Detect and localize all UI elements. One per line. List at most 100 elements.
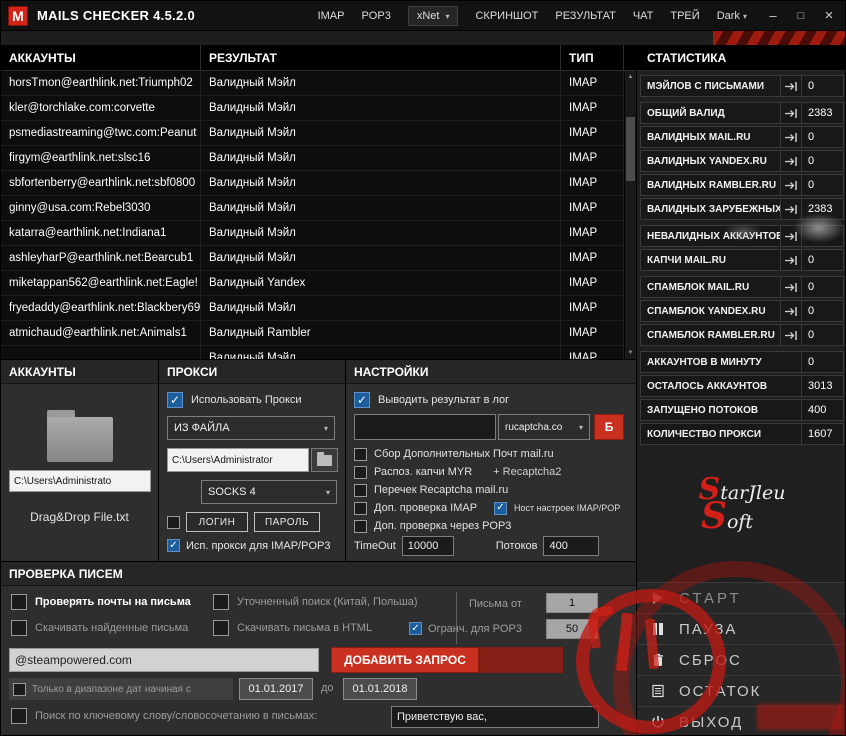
export-icon[interactable]	[780, 277, 801, 297]
statistics-header: СТАТИСТИКА	[637, 45, 845, 71]
pause-button[interactable]: ПАУЗА	[637, 613, 845, 644]
checkbox[interactable]	[354, 447, 367, 461]
check-mail-label: Проверять почты на письма	[35, 596, 191, 608]
exit-button[interactable]: ВЫХОД	[637, 706, 845, 735]
export-icon[interactable]	[780, 175, 801, 195]
scroll-up-icon[interactable]	[625, 71, 636, 83]
accounts-panel-header: АККАУНТЫ	[1, 360, 158, 384]
stat-group: МЭЙЛОВ С ПИСЬМАМИ 0	[640, 75, 844, 97]
refined-search-checkbox[interactable]	[213, 594, 229, 610]
pop3-limit-checkbox[interactable]	[409, 622, 422, 635]
stat-label: ВАЛИДНЫХ ЗАРУБЕЖНЫХ	[647, 203, 780, 215]
result-cell: Валидный Мэйл	[201, 246, 561, 270]
account-cell: fryedaddy@earthlink.net:Blackbery69	[1, 296, 201, 320]
checkbox[interactable]	[354, 483, 367, 497]
scrollbar-thumb[interactable]	[626, 117, 635, 181]
proxy-file-path-input[interactable]	[167, 448, 309, 472]
table-row[interactable]: kler@torchlake.com:corvette Валидный Мэйл…	[1, 96, 624, 121]
column-header-accounts[interactable]: АККАУНТЫ	[1, 45, 201, 70]
column-header-type[interactable]: ТИП	[561, 45, 624, 70]
menu-result[interactable]: РЕЗУЛЬТАТ	[555, 10, 615, 22]
table-row[interactable]: atmichaud@earthlink.net:Animals1 Валидный…	[1, 321, 624, 346]
proxy-imap-pop3-checkbox[interactable]	[167, 539, 180, 552]
stat-value: 0	[801, 250, 843, 270]
menu-pop3[interactable]: POP3	[361, 10, 390, 22]
option-label: Сбор Дополнительных Почт mail.ru	[374, 448, 554, 460]
letters-from-input[interactable]	[546, 593, 598, 613]
export-icon[interactable]	[780, 76, 801, 96]
export-icon[interactable]	[780, 127, 801, 147]
keyword-input[interactable]	[391, 706, 599, 728]
download-html-label: Скачивать письма в HTML	[237, 622, 373, 634]
table-row[interactable]: sbfortenberry@earthlink.net:sbf0800 Валид…	[1, 171, 624, 196]
menu-tray[interactable]: ТРЕЙ	[670, 10, 699, 22]
timeout-input[interactable]	[401, 536, 454, 556]
proxy-type-select[interactable]: SOCKS 4	[201, 480, 337, 504]
rest-button[interactable]: ОСТАТОК	[637, 675, 845, 706]
stat-label: ЗАПУЩЕНО ПОТОКОВ	[647, 404, 759, 416]
export-icon[interactable]	[780, 199, 801, 219]
export-icon[interactable]	[780, 226, 801, 246]
menu-chat[interactable]: ЧАТ	[633, 10, 654, 22]
add-query-button[interactable]: ДОБАВИТЬ ЗАПРОС	[331, 647, 479, 673]
table-row[interactable]: ashleyharP@earthlink.net:Bearcub1 Валидны…	[1, 246, 624, 271]
download-found-checkbox[interactable]	[11, 620, 27, 636]
date-to-button[interactable]: 01.01.2018	[343, 678, 417, 700]
export-icon[interactable]	[780, 301, 801, 321]
maximize-button[interactable]	[787, 1, 815, 31]
folder-icon[interactable]	[47, 410, 113, 462]
close-button[interactable]	[815, 1, 843, 31]
download-html-checkbox[interactable]	[213, 620, 229, 636]
table-row[interactable]: Валидный Мэйл IMAP	[1, 346, 624, 359]
checkbox[interactable]	[354, 519, 367, 533]
account-cell: miketappan562@earthlink.net:Eagle!	[1, 271, 201, 295]
minimize-button[interactable]	[759, 1, 787, 31]
stat-value: 0	[801, 76, 843, 96]
export-icon[interactable]	[780, 103, 801, 123]
browse-folder-button[interactable]	[311, 448, 338, 472]
table-row[interactable]: firgym@earthlink.net:slsc16 Валидный Мэйл…	[1, 146, 624, 171]
pause-icon	[649, 622, 667, 636]
password-button[interactable]: ПАРОЛЬ	[254, 512, 320, 532]
checkbox[interactable]	[354, 465, 367, 479]
table-row[interactable]: katarra@earthlink.net:Indiana1 Валидный М…	[1, 221, 624, 246]
table-row[interactable]: miketappan562@earthlink.net:Eagle! Валидн…	[1, 271, 624, 296]
export-icon[interactable]	[780, 250, 801, 270]
start-button[interactable]: СТАРТ	[637, 582, 845, 613]
checkbox[interactable]	[354, 501, 367, 515]
proxy-auth-checkbox[interactable]	[167, 515, 180, 529]
column-header-result[interactable]: РЕЗУЛЬТАТ	[201, 45, 561, 70]
menu-screenshot[interactable]: СКРИНШОТ	[475, 10, 538, 22]
table-row[interactable]: fryedaddy@earthlink.net:Blackbery69 Валид…	[1, 296, 624, 321]
stat-label: СПАМБЛОК MAIL.RU	[647, 281, 750, 293]
statistics-list: МЭЙЛОВ С ПИСЬМАМИ 0 ОБЩИЙ ВАЛИД 2383 ВАЛИДНЫ…	[637, 71, 845, 445]
table-scrollbar[interactable]	[624, 71, 636, 359]
login-button[interactable]: ЛОГИН	[186, 512, 248, 532]
export-icon[interactable]	[780, 151, 801, 171]
date-range-checkbox[interactable]	[13, 682, 26, 696]
check-mail-checkbox[interactable]	[11, 594, 27, 610]
table-row[interactable]: horsTmon@earthlink.net:Triumph02 Валидный…	[1, 71, 624, 96]
date-from-button[interactable]: 01.01.2017	[239, 678, 313, 700]
brand-initial: S	[700, 494, 727, 537]
reset-button[interactable]: СБРОС	[637, 644, 845, 675]
query-input[interactable]	[9, 648, 319, 672]
theme-dropdown[interactable]: Dark	[717, 10, 747, 22]
checkbox[interactable]	[494, 501, 508, 515]
threads-input[interactable]	[543, 536, 600, 556]
table-row[interactable]: psmediastreaming@twc.com:Peanut Валидный …	[1, 121, 624, 146]
scroll-down-icon[interactable]	[625, 347, 636, 359]
menu-imap[interactable]: IMAP	[318, 10, 345, 22]
use-proxy-checkbox[interactable]	[167, 392, 183, 408]
table-row[interactable]: ginny@usa.com:Rebel3030 Валидный Мэйл IMAP	[1, 196, 624, 221]
proxy-source-select[interactable]: ИЗ ФАЙЛА	[167, 416, 335, 440]
pop3-limit-input[interactable]	[546, 619, 598, 639]
stat-row: ОБЩИЙ ВАЛИД 2383	[640, 102, 844, 124]
accounts-file-path-input[interactable]	[9, 470, 151, 492]
menu-xnet-dropdown[interactable]: xNet	[407, 5, 459, 26]
keyword-checkbox[interactable]	[11, 708, 27, 724]
type-cell: IMAP	[561, 171, 624, 195]
export-icon[interactable]	[780, 325, 801, 345]
stat-row: МЭЙЛОВ С ПИСЬМАМИ 0	[640, 75, 844, 97]
power-icon	[649, 715, 667, 729]
